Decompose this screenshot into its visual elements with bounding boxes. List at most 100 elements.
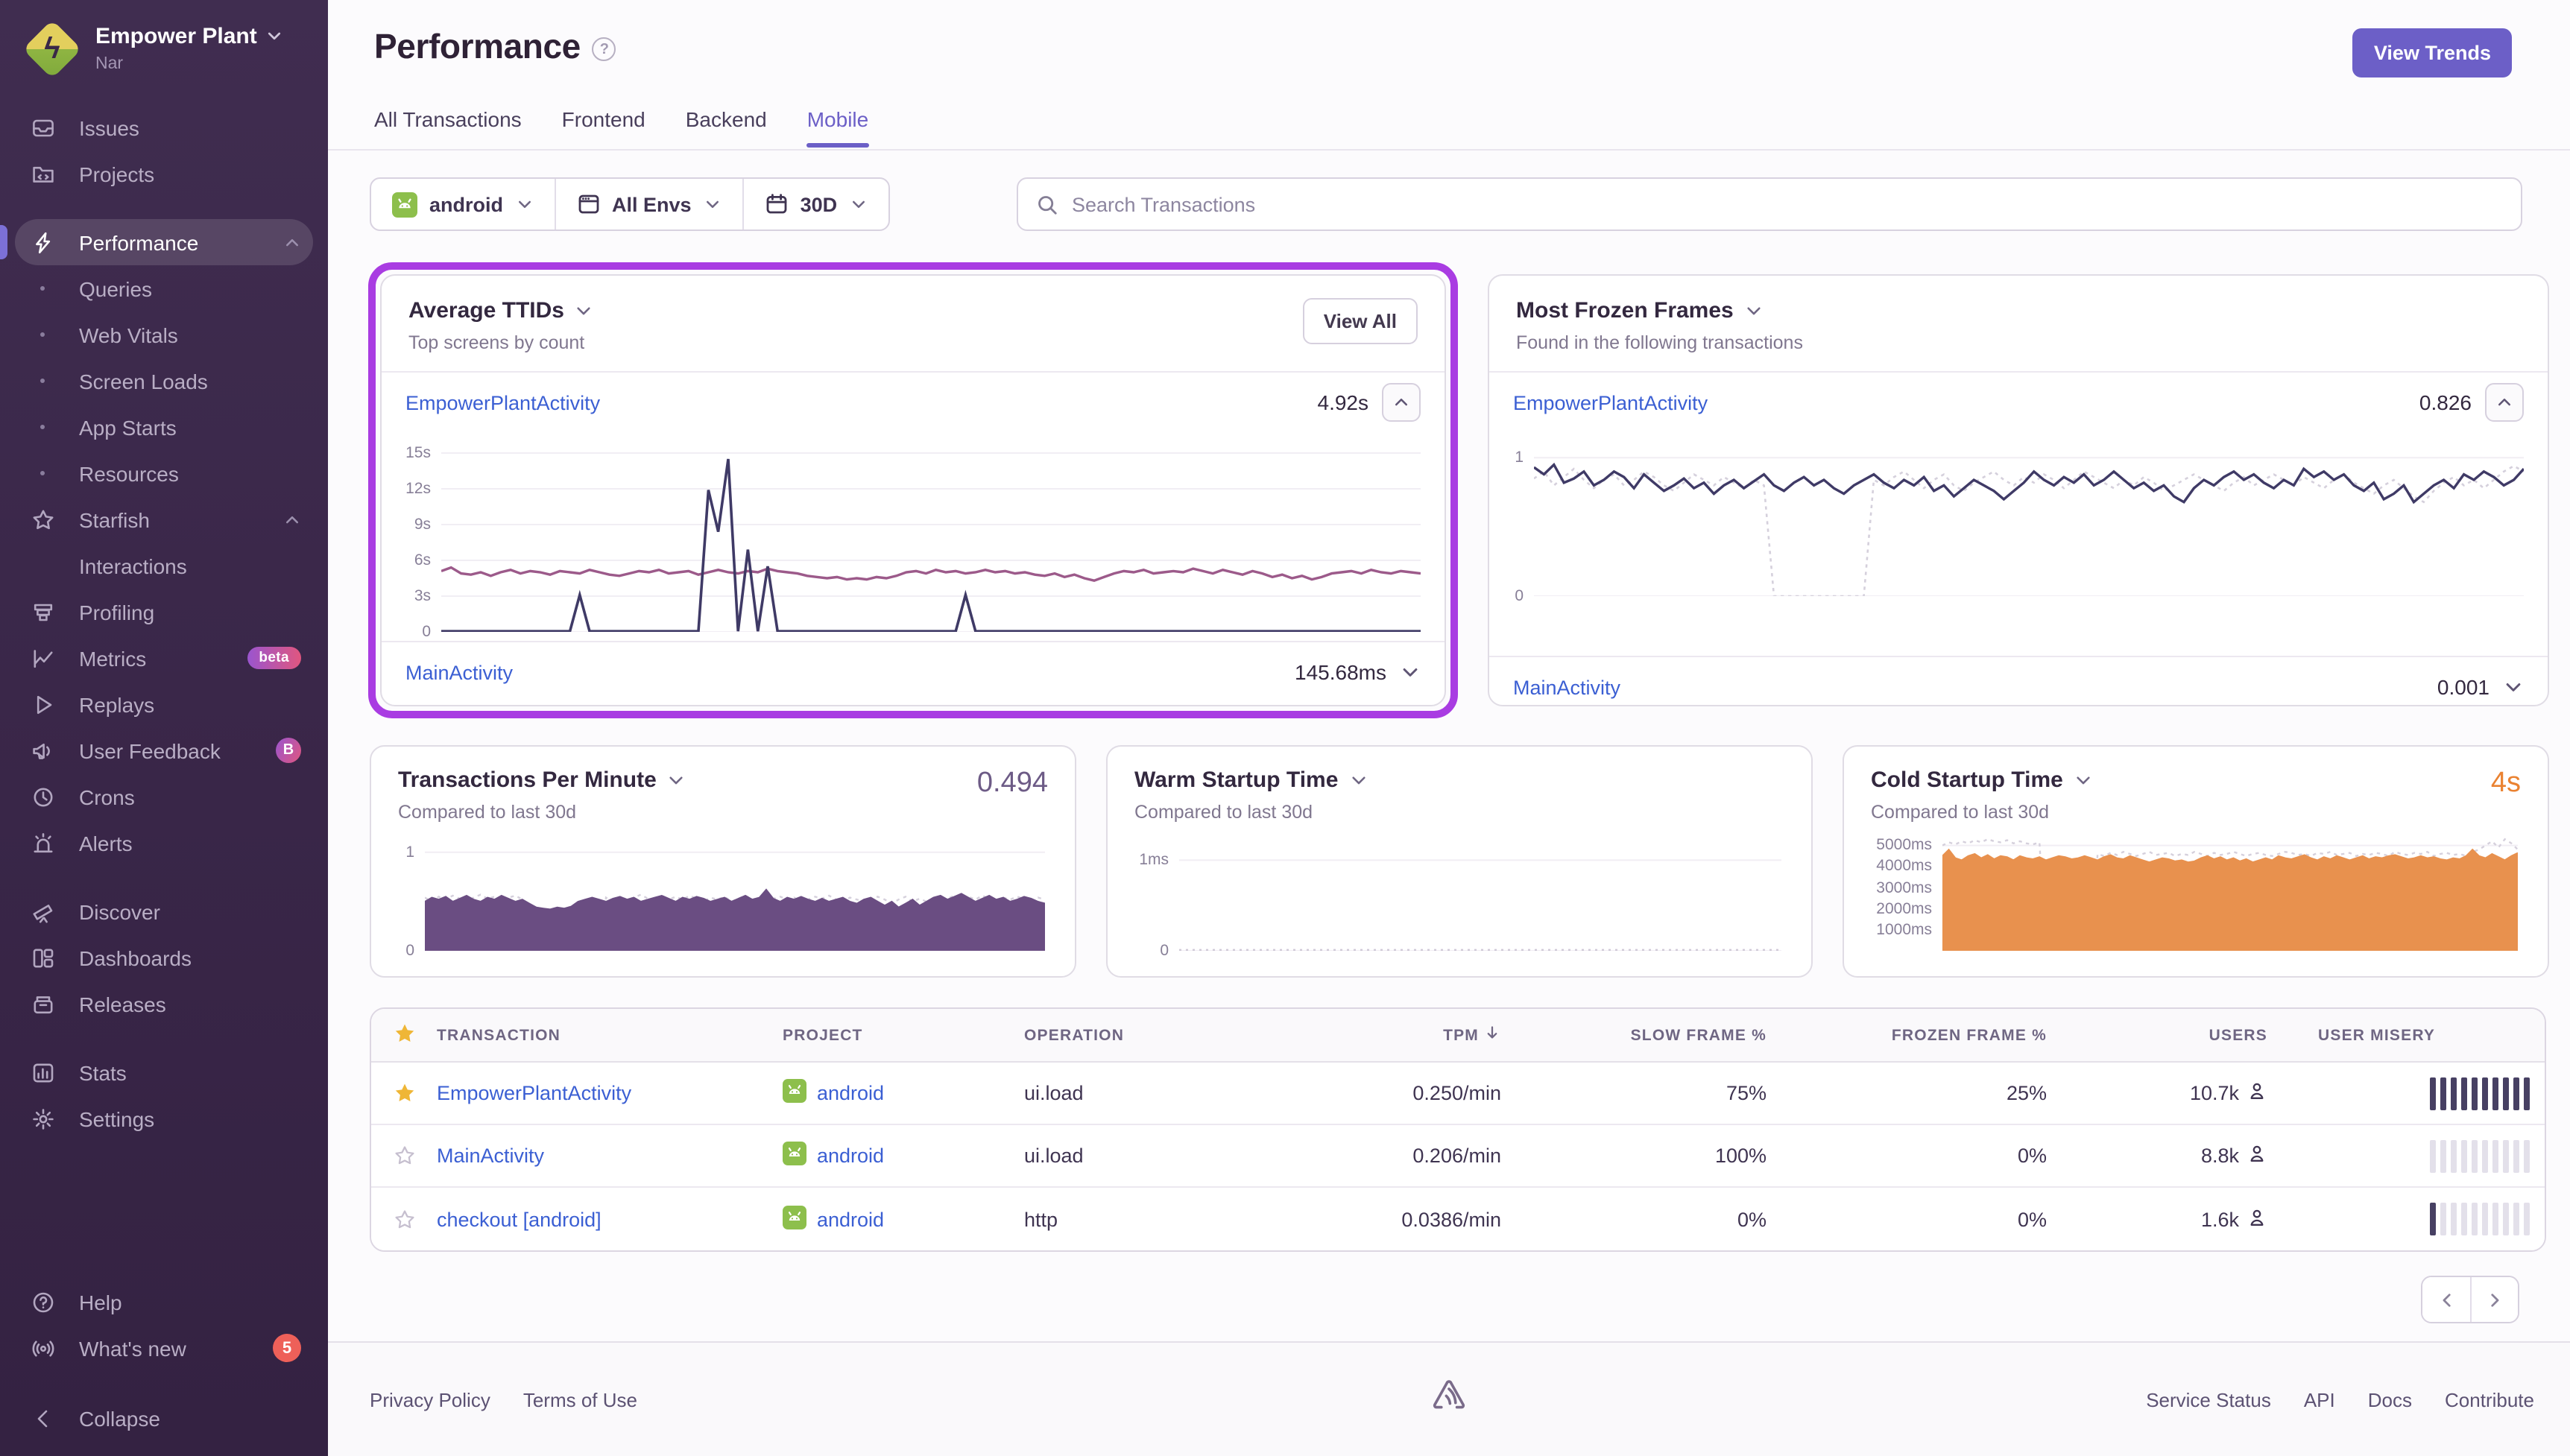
sidebar-item-dashboards[interactable]: Dashboards (15, 934, 313, 981)
column-header-SLOW FRAME %[interactable]: SLOW FRAME % (1522, 1026, 1787, 1044)
avg-ttids-title-dropdown[interactable]: Average TTIDs (408, 298, 1303, 323)
sidebar-item-whats-new[interactable]: What's new5 (15, 1325, 313, 1371)
tab-all-transactions[interactable]: All Transactions (374, 107, 522, 146)
tab-backend[interactable]: Backend (686, 107, 767, 146)
expand-toggle-button[interactable] (1400, 662, 1421, 683)
clock-icon (30, 784, 55, 809)
lightning-icon (30, 230, 55, 255)
tpm-title-dropdown[interactable]: Transactions Per Minute (398, 767, 686, 793)
sidebar-item-releases[interactable]: Releases (15, 981, 313, 1027)
bullet-icon (30, 471, 55, 476)
chevron-down-icon (266, 27, 284, 45)
transaction-link[interactable]: MainActivity (405, 661, 513, 683)
table-row: EmpowerPlantActivityandroidui.load0.250/… (371, 1063, 2545, 1125)
column-header-USERS[interactable]: USERS (2068, 1026, 2288, 1044)
star-toggle[interactable] (371, 1145, 437, 1167)
project-link[interactable]: android (783, 1079, 884, 1107)
siren-icon (30, 830, 55, 855)
column-header-star[interactable] (371, 1022, 437, 1048)
collapse-toggle-button[interactable] (1382, 383, 1421, 422)
avg-ttids-title: Average TTIDs (408, 298, 564, 323)
sidebar-item-user-feedback[interactable]: User FeedbackB (15, 727, 313, 773)
tab-frontend[interactable]: Frontend (562, 107, 645, 146)
transaction-link[interactable]: EmpowerPlantActivity (405, 391, 600, 414)
project-link[interactable]: android (783, 1205, 884, 1233)
footer-link-api[interactable]: API (2304, 1388, 2335, 1411)
frozen-frames-panel: Most Frozen Frames Found in the followin… (1488, 274, 2549, 706)
transaction-link[interactable]: MainActivity (437, 1145, 544, 1167)
user-misery-bars (2288, 1139, 2546, 1172)
transaction-link[interactable]: EmpowerPlantActivity (1513, 391, 1708, 414)
sidebar-item-discover[interactable]: Discover (15, 888, 313, 934)
sidebar-item-collapse[interactable]: Collapse (15, 1395, 313, 1441)
view-trends-button[interactable]: View Trends (2353, 28, 2512, 77)
sidebar-item-screen-loads[interactable]: Screen Loads (15, 358, 313, 404)
sidebar-item-performance[interactable]: Performance (15, 219, 313, 265)
search-input[interactable] (1072, 193, 2503, 215)
sidebar-item-starfish[interactable]: Starfish (15, 496, 313, 542)
transactions-table: TRANSACTIONPROJECTOPERATIONTPMSLOW FRAME… (370, 1007, 2546, 1252)
column-header-PROJECT[interactable]: PROJECT (783, 1026, 1024, 1044)
chevron-down-icon (1400, 662, 1421, 683)
sidebar-item-help[interactable]: Help (15, 1279, 313, 1325)
sidebar-item-projects[interactable]: Projects (15, 151, 313, 197)
cold-startup-subtitle: Compared to last 30d (1871, 802, 2093, 823)
warm-startup-title-dropdown[interactable]: Warm Startup Time (1134, 767, 1368, 793)
user-misery-bars (2288, 1203, 2546, 1235)
sidebar-item-settings[interactable]: Settings (15, 1095, 313, 1142)
sidebar-item-profiling[interactable]: Profiling (15, 589, 313, 635)
footer-link-contribute[interactable]: Contribute (2445, 1388, 2534, 1411)
star-toggle[interactable] (371, 1082, 437, 1104)
sidebar-item-web-vitals[interactable]: Web Vitals (15, 311, 313, 358)
bullet-icon (30, 425, 55, 430)
sidebar-item-alerts[interactable]: Alerts (15, 820, 313, 866)
help-question-icon[interactable]: ? (593, 37, 616, 61)
date-range-filter[interactable]: 30D (742, 179, 888, 230)
tpm-value: 0.0386/min (1275, 1208, 1522, 1230)
sidebar-item-label: What's new (79, 1336, 273, 1360)
project-link[interactable]: android (783, 1142, 884, 1170)
cold-startup-title-dropdown[interactable]: Cold Startup Time (1871, 767, 2093, 793)
tab-mobile[interactable]: Mobile (807, 107, 869, 146)
sidebar-item-queries[interactable]: Queries (15, 265, 313, 311)
column-header-USER MISERY[interactable]: USER MISERY (2288, 1026, 2546, 1044)
transaction-link[interactable]: checkout [android] (437, 1208, 602, 1230)
sidebar-item-replays[interactable]: Replays (15, 681, 313, 727)
column-header-FROZEN FRAME %[interactable]: FROZEN FRAME % (1787, 1026, 2068, 1044)
warm-startup-title: Warm Startup Time (1134, 767, 1338, 793)
org-switcher[interactable]: ϟ Empower Plant Nar (0, 0, 328, 92)
footer-link-terms-of-use[interactable]: Terms of Use (523, 1388, 637, 1411)
sidebar-item-app-starts[interactable]: App Starts (15, 404, 313, 450)
chevron-down-icon (704, 195, 722, 213)
star-toggle[interactable] (371, 1208, 437, 1230)
view-all-button[interactable]: View All (1303, 298, 1418, 344)
metric-value: 145.68ms (1295, 660, 1386, 684)
broadcast-icon (30, 1335, 55, 1361)
sidebar-item-metrics[interactable]: Metricsbeta (15, 635, 313, 681)
sidebar-item-interactions[interactable]: Interactions (15, 542, 313, 589)
issues-icon (30, 115, 55, 140)
user-feedback-badge: B (276, 738, 301, 763)
sidebar-item-crons[interactable]: Crons (15, 773, 313, 820)
project-filter[interactable]: android (371, 179, 554, 230)
sidebar-item-label: Dashboards (79, 946, 301, 969)
frozen-frames-title-dropdown[interactable]: Most Frozen Frames (1516, 298, 2521, 323)
next-page-button[interactable] (2470, 1277, 2518, 1322)
sidebar-item-resources[interactable]: Resources (15, 450, 313, 496)
column-header-OPERATION[interactable]: OPERATION (1024, 1026, 1275, 1044)
prev-page-button[interactable] (2422, 1277, 2470, 1322)
environment-filter[interactable]: All Envs (554, 179, 742, 230)
footer-link-privacy-policy[interactable]: Privacy Policy (370, 1388, 490, 1411)
sidebar-item-stats[interactable]: Stats (15, 1049, 313, 1095)
column-header-TPM[interactable]: TPM (1275, 1024, 1522, 1046)
footer-link-docs[interactable]: Docs (2368, 1388, 2412, 1411)
expand-toggle-button[interactable] (2503, 677, 2524, 697)
column-header-TRANSACTION[interactable]: TRANSACTION (437, 1026, 783, 1044)
transaction-link[interactable]: EmpowerPlantActivity (437, 1082, 631, 1104)
footer-link-service-status[interactable]: Service Status (2146, 1388, 2271, 1411)
transaction-link[interactable]: MainActivity (1513, 676, 1620, 698)
bullet-icon (30, 286, 55, 291)
sidebar-item-issues[interactable]: Issues (15, 104, 313, 151)
tab-bar: All Transactions Frontend Backend Mobile (374, 107, 868, 146)
collapse-toggle-button[interactable] (2485, 383, 2524, 422)
